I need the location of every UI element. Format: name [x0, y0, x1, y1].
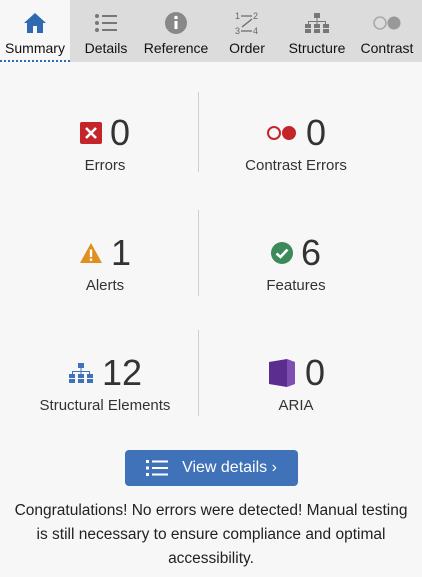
- svg-text:4: 4: [253, 26, 258, 36]
- tab-label: Details: [84, 40, 128, 56]
- tab-order[interactable]: 1 2 3 4 Order: [222, 0, 272, 62]
- svg-text:1: 1: [235, 11, 240, 21]
- error-icon: [79, 122, 102, 144]
- features-stat[interactable]: 6 Features: [201, 232, 391, 295]
- tab-reference[interactable]: Reference: [140, 0, 212, 62]
- tab-details[interactable]: Details: [80, 0, 132, 62]
- home-icon: [24, 13, 46, 33]
- view-details-label: View details ›: [182, 459, 277, 476]
- feature-check-icon: [270, 242, 293, 264]
- alerts-label: Alerts: [85, 277, 125, 294]
- aria-icon: [268, 359, 295, 387]
- tab-bar: Summary Details Reference 1 2 3 4 Order …: [0, 0, 422, 62]
- list-icon: [146, 460, 169, 476]
- features-label: Features: [266, 277, 326, 294]
- tab-label: Order: [229, 40, 265, 56]
- alert-icon: [79, 243, 102, 263]
- alerts-count: 1: [110, 232, 132, 273]
- errors-count: 0: [109, 112, 131, 153]
- contrast-error-icon: [266, 126, 296, 140]
- svg-text:3: 3: [235, 26, 240, 36]
- aria-stat[interactable]: 0 ARIA: [201, 353, 391, 414]
- tab-label: Contrast: [360, 40, 414, 56]
- tab-label: Reference: [143, 40, 209, 56]
- errors-label: Errors: [84, 157, 126, 174]
- contrast-errors-stat[interactable]: 0 Contrast Errors: [201, 112, 391, 175]
- view-details-button[interactable]: View details ›: [125, 450, 298, 486]
- structure-icon: [305, 13, 329, 33]
- order-icon: 1 2 3 4: [235, 11, 258, 36]
- svg-text:2: 2: [253, 11, 258, 21]
- structure-icon: [68, 363, 93, 383]
- structural-elements-count: 12: [101, 352, 143, 393]
- structural-elements-stat[interactable]: 12 Structural Elements: [10, 352, 200, 415]
- tab-structure[interactable]: Structure: [284, 0, 350, 62]
- tab-summary[interactable]: Summary: [0, 0, 70, 62]
- structural-elements-label: Structural Elements: [39, 397, 171, 414]
- aria-label: ARIA: [278, 397, 314, 414]
- tab-label: Structure: [288, 40, 346, 56]
- summary-panel: 0 Errors 0 Contrast Errors 1 Alerts 6 Fe…: [0, 62, 422, 577]
- list-icon: [95, 14, 117, 32]
- contrast-errors-count: 0: [305, 112, 327, 153]
- tab-label: Summary: [5, 40, 65, 56]
- contrast-errors-label: Contrast Errors: [245, 157, 347, 174]
- features-count: 6: [300, 232, 322, 273]
- status-message: Congratulations! No errors were detected…: [14, 502, 408, 567]
- tab-contrast[interactable]: Contrast: [356, 0, 418, 62]
- info-icon: [165, 12, 187, 34]
- alerts-stat[interactable]: 1 Alerts: [10, 233, 200, 294]
- contrast-icon: [373, 16, 401, 30]
- aria-count: 0: [304, 352, 326, 393]
- errors-stat[interactable]: 0 Errors: [10, 113, 200, 174]
